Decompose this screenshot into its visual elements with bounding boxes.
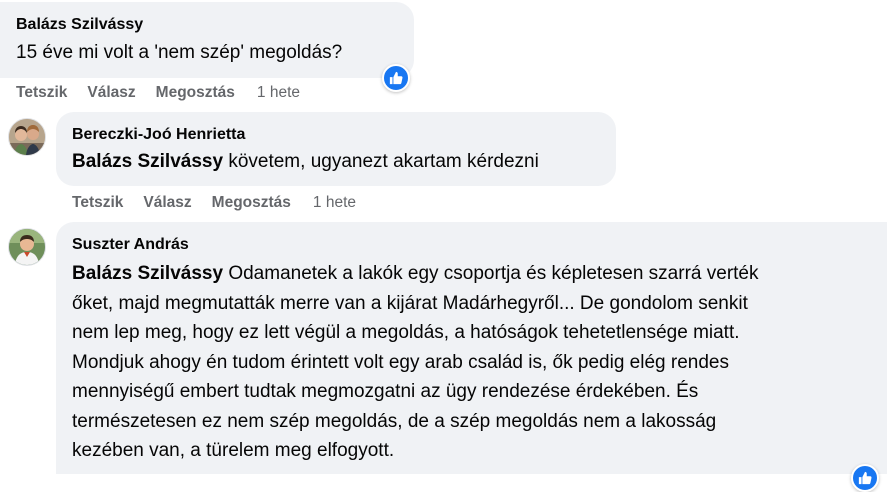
comment-line: őket, majd megmutatták merre van a kijár… — [72, 292, 748, 314]
comment-line: nem lep meg, hogy ez lett végül a megold… — [72, 322, 740, 343]
comment-text: 15 éve mi volt a 'nem szép' megoldás? — [16, 42, 343, 63]
like-button[interactable]: Tetszik — [72, 194, 123, 212]
avatar[interactable] — [8, 118, 46, 156]
avatar-photo-icon — [9, 119, 45, 155]
mention-link[interactable]: Balázs Szilvássy — [72, 151, 223, 172]
comment-line: Mondjuk ahogy én tudom érintett volt egy… — [72, 351, 729, 373]
reaction-badge[interactable] — [851, 464, 879, 492]
share-button[interactable]: Megosztás — [156, 84, 235, 102]
reaction-badge[interactable] — [382, 64, 410, 92]
reply-button[interactable]: Válasz — [143, 194, 191, 212]
comment-line: mennyiségű embert tudtak megmozgatni az … — [72, 381, 699, 402]
comment-text: Balázs Szilvássy követem, ugyanezt akart… — [72, 149, 539, 175]
avatar-photo-icon — [9, 229, 45, 265]
like-button[interactable]: Tetszik — [16, 84, 67, 102]
comment-author[interactable]: Suszter András — [72, 236, 189, 254]
comment-actions-2: Tetszik Válasz Megosztás 1 hete — [72, 194, 376, 212]
avatar[interactable] — [8, 228, 46, 266]
timestamp[interactable]: 1 hete — [313, 194, 356, 212]
comment-line: természetesen ez nem szép megoldás, de a… — [72, 410, 717, 432]
mention-link[interactable]: Balázs Szilvássy — [72, 263, 223, 284]
comment-line: Balázs Szilvássy Odamanetek a lakók egy … — [72, 263, 759, 284]
comment-body: követem, ugyanezt akartam kérdezni — [228, 151, 539, 172]
reply-button[interactable]: Válasz — [87, 84, 135, 102]
share-button[interactable]: Megosztás — [212, 194, 291, 212]
comment-text: Balázs Szilvássy Odamanetek a lakók egy … — [72, 259, 759, 466]
comment-bubble-3: Suszter András Balázs Szilvássy Odamanet… — [56, 222, 887, 474]
comment-bubble-1: Balázs Szilvássy 15 éve mi volt a 'nem s… — [0, 2, 414, 78]
timestamp[interactable]: 1 hete — [257, 84, 300, 102]
like-thumb-icon — [858, 471, 872, 485]
comment-author[interactable]: Bereczki-Joó Henrietta — [72, 126, 245, 144]
comment-actions-1: Tetszik Válasz Megosztás 1 hete — [16, 84, 320, 102]
comment-line: kezében van, a türelem meg elfogyott. — [72, 440, 395, 461]
comment-bubble-2: Bereczki-Joó Henrietta Balázs Szilvássy … — [56, 112, 616, 186]
comment-author[interactable]: Balázs Szilvássy — [16, 16, 143, 34]
like-thumb-icon — [389, 71, 403, 85]
